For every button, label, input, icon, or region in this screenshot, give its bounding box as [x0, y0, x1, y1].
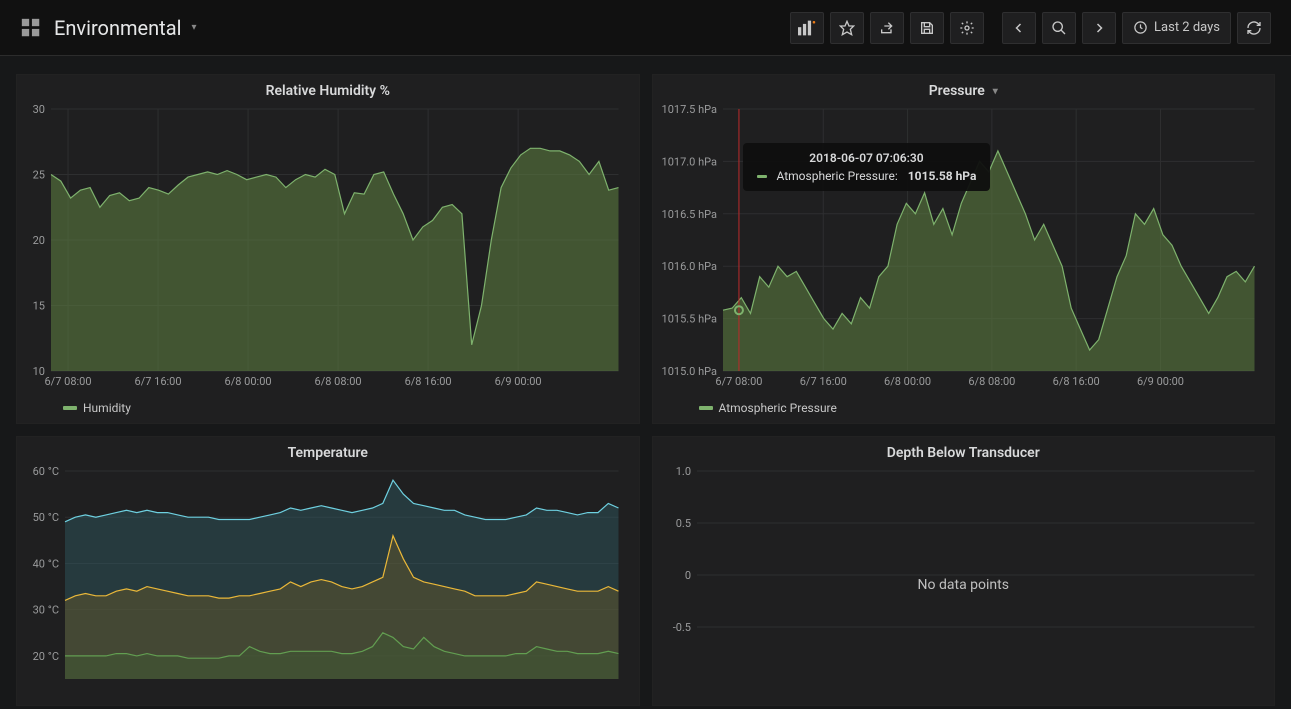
svg-text:0.5: 0.5 — [675, 517, 690, 530]
star-button[interactable] — [830, 12, 864, 44]
svg-text:6/8 00:00: 6/8 00:00 — [225, 375, 272, 388]
svg-text:40 °C: 40 °C — [33, 557, 59, 570]
svg-text:-0.5: -0.5 — [672, 621, 690, 634]
svg-text:6/7 08:00: 6/7 08:00 — [45, 375, 92, 388]
svg-text:50 °C: 50 °C — [33, 511, 59, 524]
svg-text:6/7 16:00: 6/7 16:00 — [135, 375, 182, 388]
svg-text:1.0: 1.0 — [675, 465, 690, 478]
panel-title-depth: Depth Below Transducer — [887, 445, 1040, 461]
legend-label: Humidity — [83, 401, 131, 415]
svg-text:15: 15 — [33, 300, 45, 313]
svg-text:6/8 16:00: 6/8 16:00 — [1052, 375, 1099, 388]
legend-label: Atmospheric Pressure — [719, 401, 837, 415]
svg-text:6/7 08:00: 6/7 08:00 — [715, 375, 762, 388]
svg-text:30: 30 — [33, 103, 45, 116]
save-button[interactable] — [910, 12, 944, 44]
chevron-down-icon[interactable]: ▾ — [993, 86, 998, 97]
panel-pressure[interactable]: Pressure ▾ 1015.0 hPa 1015.5 hPa 1016.0 hP… — [652, 74, 1276, 424]
svg-text:1015.5 hPa: 1015.5 hPa — [661, 313, 716, 326]
svg-text:6/8 00:00: 6/8 00:00 — [884, 375, 931, 388]
legend-swatch-icon — [699, 406, 713, 410]
svg-text:1016.5 hPa: 1016.5 hPa — [661, 208, 716, 221]
zoom-out-button[interactable] — [1042, 12, 1076, 44]
legend-swatch-icon — [63, 406, 77, 410]
svg-text:6/9 00:00: 6/9 00:00 — [1136, 375, 1183, 388]
svg-text:6/7 16:00: 6/7 16:00 — [799, 375, 846, 388]
svg-text:1016.0 hPa: 1016.0 hPa — [661, 260, 716, 273]
chart-pressure[interactable]: 1015.0 hPa 1015.5 hPa 1016.0 hPa 1016.5 hPa… — [653, 103, 1265, 393]
breadcrumb[interactable]: Environmental ▾ — [20, 16, 197, 40]
no-data-label: No data points — [918, 577, 1009, 593]
clock-icon — [1133, 20, 1148, 35]
svg-text:6/9 00:00: 6/9 00:00 — [495, 375, 542, 388]
svg-text:1015.0 hPa: 1015.0 hPa — [661, 365, 716, 378]
svg-text:1017.0 hPa: 1017.0 hPa — [661, 155, 716, 168]
panel-title-humidity: Relative Humidity % — [266, 83, 390, 99]
top-bar: Environmental ▾ — [0, 0, 1291, 56]
time-range-label: Last 2 days — [1154, 20, 1220, 35]
svg-text:60 °C: 60 °C — [33, 465, 59, 478]
settings-button[interactable] — [950, 12, 984, 44]
svg-text:1017.5 hPa: 1017.5 hPa — [661, 103, 716, 116]
legend-pressure: Atmospheric Pressure — [653, 397, 1275, 423]
panel-depth[interactable]: Depth Below Transducer -0.5 0 0.5 1.0 No da… — [652, 436, 1276, 706]
dashboard-title[interactable]: Environmental — [54, 16, 181, 40]
svg-text:6/8 16:00: 6/8 16:00 — [405, 375, 452, 388]
time-forward-button[interactable] — [1082, 12, 1116, 44]
legend-item[interactable]: Humidity — [63, 401, 131, 415]
dashboard-grid: Relative Humidity % 10 15 20 25 30 6/7 08:00 6… — [0, 56, 1291, 706]
svg-text:20: 20 — [33, 234, 45, 247]
svg-text:25: 25 — [33, 169, 45, 182]
toolbar: Last 2 days — [790, 12, 1271, 44]
dashboard-grid-icon — [20, 17, 42, 39]
panel-title-temperature: Temperature — [288, 445, 368, 461]
chart-humidity[interactable]: 10 15 20 25 30 6/7 08:00 6/7 16:00 6/8 00:00 6/8… — [17, 103, 629, 393]
legend-item[interactable]: Atmospheric Pressure — [699, 401, 837, 415]
add-panel-button[interactable] — [790, 12, 824, 44]
share-button[interactable] — [870, 12, 904, 44]
time-range-picker[interactable]: Last 2 days — [1122, 12, 1231, 44]
time-back-button[interactable] — [1002, 12, 1036, 44]
chevron-down-icon: ▾ — [191, 22, 196, 33]
svg-text:6/8 08:00: 6/8 08:00 — [315, 375, 362, 388]
svg-text:6/8 08:00: 6/8 08:00 — [968, 375, 1015, 388]
panel-humidity[interactable]: Relative Humidity % 10 15 20 25 30 6/7 08:00 6… — [16, 74, 640, 424]
panel-temperature[interactable]: Temperature 20 °C 30 °C 40 °C 50 °C 60 °C — [16, 436, 640, 706]
legend-humidity: Humidity — [17, 397, 639, 423]
chart-temperature[interactable]: 20 °C 30 °C 40 °C 50 °C 60 °C — [17, 465, 629, 701]
svg-text:20 °C: 20 °C — [33, 650, 59, 663]
svg-text:0: 0 — [684, 569, 690, 582]
refresh-button[interactable] — [1237, 12, 1271, 44]
svg-text:10: 10 — [33, 365, 45, 378]
panel-title-pressure: Pressure — [929, 83, 985, 99]
svg-text:30 °C: 30 °C — [33, 604, 59, 617]
